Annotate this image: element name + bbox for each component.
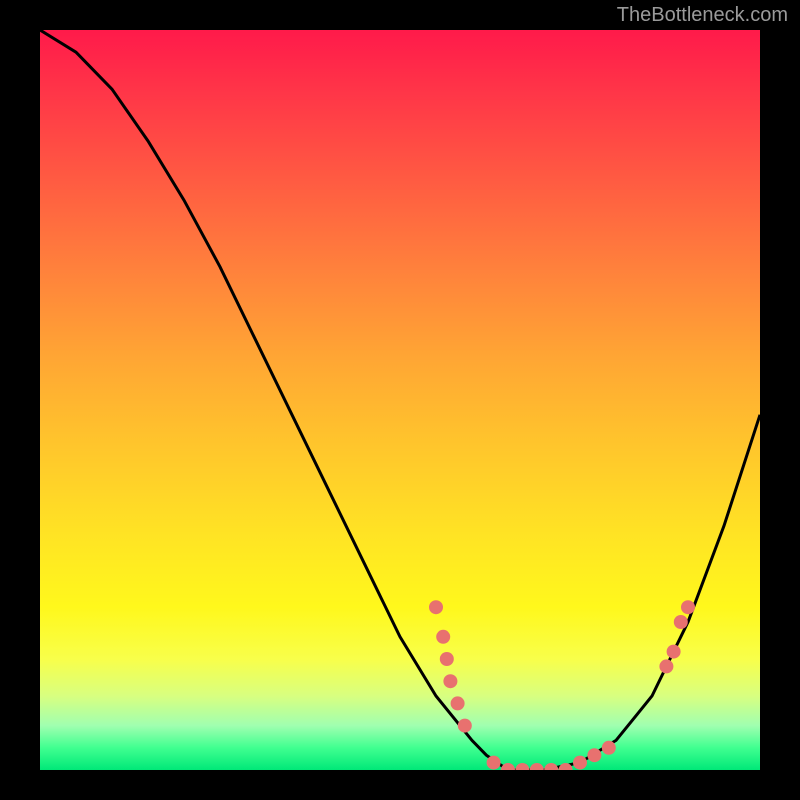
- curve-marker: [674, 615, 688, 629]
- curve-marker: [544, 763, 558, 770]
- curve-marker: [667, 645, 681, 659]
- curve-marker: [440, 652, 454, 666]
- curve-marker: [530, 763, 544, 770]
- curve-marker: [451, 696, 465, 710]
- bottleneck-curve-line: [40, 30, 760, 770]
- curve-marker: [436, 630, 450, 644]
- curve-marker: [602, 741, 616, 755]
- curve-marker: [681, 600, 695, 614]
- curve-marker: [515, 763, 529, 770]
- curve-marker: [458, 719, 472, 733]
- curve-marker: [501, 763, 515, 770]
- curve-marker: [487, 756, 501, 770]
- bottleneck-curve-svg: [40, 30, 760, 770]
- curve-markers: [429, 600, 695, 770]
- curve-marker: [429, 600, 443, 614]
- curve-marker: [659, 659, 673, 673]
- curve-marker: [443, 674, 457, 688]
- curve-marker: [573, 756, 587, 770]
- attribution-text: TheBottleneck.com: [617, 4, 788, 27]
- chart-plot-area: [40, 30, 760, 770]
- curve-marker: [587, 748, 601, 762]
